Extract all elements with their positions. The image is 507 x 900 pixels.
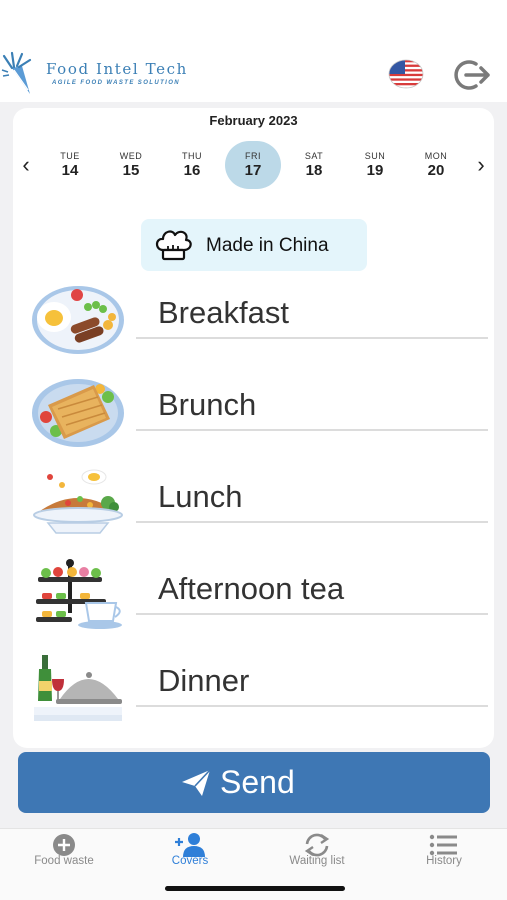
tab-waiting-list[interactable]: Waiting list bbox=[254, 829, 380, 879]
day-of-week: FRI bbox=[245, 151, 261, 161]
calendar-month: February 2023 bbox=[209, 113, 298, 128]
meal-row-lunch[interactable]: Lunch bbox=[28, 467, 488, 551]
day-item[interactable]: MON 20 bbox=[408, 141, 464, 189]
origin-badge[interactable]: Made in China bbox=[141, 219, 367, 271]
chevron-right-icon[interactable]: › bbox=[471, 152, 491, 178]
carrot-logo-icon bbox=[1, 51, 32, 94]
logout-icon[interactable] bbox=[452, 58, 492, 92]
day-of-week: MON bbox=[424, 151, 448, 161]
tab-history[interactable]: History bbox=[381, 829, 507, 879]
rice-plate-icon bbox=[33, 469, 123, 534]
meal-name: Lunch bbox=[158, 479, 243, 514]
day-of-week: SUN bbox=[364, 151, 386, 161]
day-item[interactable]: SUN 19 bbox=[347, 141, 403, 189]
send-label: Send bbox=[220, 764, 295, 800]
send-button[interactable]: Send bbox=[18, 752, 490, 813]
day-number: 19 bbox=[366, 162, 384, 179]
day-number: 15 bbox=[122, 162, 140, 179]
day-item[interactable]: THU 16 bbox=[164, 141, 220, 189]
meal-divider bbox=[136, 705, 488, 707]
breakfast-plate-icon bbox=[32, 286, 124, 354]
meal-name: Breakfast bbox=[158, 295, 289, 330]
meal-row-dinner[interactable]: Dinner bbox=[28, 651, 488, 735]
app-logo-subtitle: AGILE FOOD WASTE SOLUTION bbox=[52, 80, 180, 86]
day-of-week: TUE bbox=[60, 151, 80, 161]
day-item-selected[interactable]: FRI 17 bbox=[225, 141, 281, 189]
day-of-week: THU bbox=[182, 151, 202, 161]
meal-divider bbox=[136, 337, 488, 339]
meal-name: Afternoon tea bbox=[158, 571, 345, 606]
meal-divider bbox=[136, 613, 488, 615]
day-of-week: WED bbox=[119, 151, 143, 161]
day-item[interactable]: SAT 18 bbox=[286, 141, 342, 189]
app-logo-title: Food Intel Tech bbox=[46, 60, 188, 78]
meal-row-brunch[interactable]: Brunch bbox=[28, 375, 488, 459]
meal-name: Brunch bbox=[158, 387, 257, 422]
day-number: 14 bbox=[61, 162, 79, 179]
tea-stand-icon bbox=[36, 559, 122, 629]
cloche-wine-icon bbox=[34, 655, 122, 721]
chevron-left-icon[interactable]: ‹ bbox=[16, 152, 36, 178]
app-header: Food Intel Tech AGILE FOOD WASTE SOLUTIO… bbox=[0, 0, 507, 102]
meal-row-afternoon-tea[interactable]: Afternoon tea bbox=[28, 559, 488, 643]
day-item[interactable]: TUE 14 bbox=[42, 141, 98, 189]
day-number: 17 bbox=[244, 162, 262, 179]
chef-hat-icon bbox=[155, 230, 192, 261]
tab-label: Food waste bbox=[34, 855, 94, 867]
paper-plane-icon bbox=[182, 769, 211, 796]
day-number: 20 bbox=[427, 162, 445, 179]
origin-label: Made in China bbox=[206, 235, 329, 256]
sandwich-plate-icon bbox=[32, 379, 124, 447]
tab-label: Waiting list bbox=[289, 855, 345, 867]
tab-food-waste[interactable]: Food waste bbox=[1, 829, 127, 879]
home-indicator bbox=[165, 886, 345, 891]
meal-divider bbox=[136, 521, 488, 523]
us-flag-icon[interactable] bbox=[388, 59, 424, 89]
tab-label: History bbox=[426, 855, 462, 867]
tab-label: Covers bbox=[171, 855, 209, 867]
day-number: 18 bbox=[305, 162, 323, 179]
meal-row-breakfast[interactable]: Breakfast bbox=[28, 283, 488, 367]
day-number: 16 bbox=[183, 162, 201, 179]
tab-covers[interactable]: Covers bbox=[127, 829, 253, 879]
day-item[interactable]: WED 15 bbox=[103, 141, 159, 189]
meal-name: Dinner bbox=[158, 663, 250, 698]
meal-divider bbox=[136, 429, 488, 431]
day-of-week: SAT bbox=[304, 151, 324, 161]
